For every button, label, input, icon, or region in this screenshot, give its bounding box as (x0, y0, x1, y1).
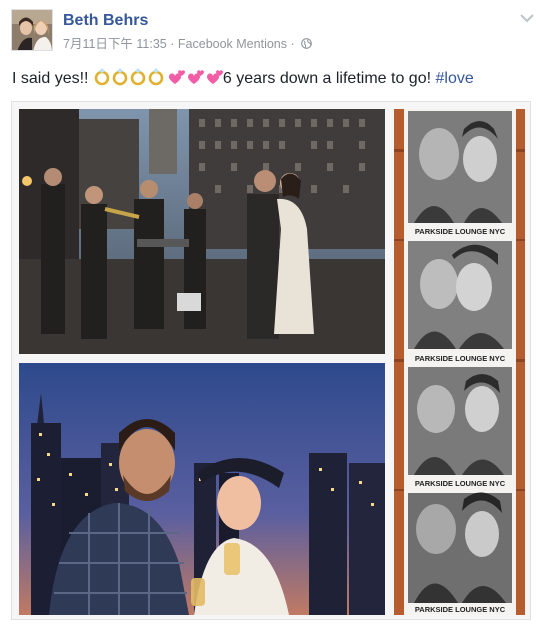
timestamp[interactable]: 7月11日下午 11:35 (63, 37, 167, 51)
hashtag-link[interactable]: #love (435, 70, 473, 87)
photo-rooftop-party[interactable] (19, 109, 385, 354)
post-text-start: I said yes!! (12, 70, 93, 87)
photo-collage[interactable]: PARKSIDE LOUNGE NYC PARKSIDE LOUNGE NYC … (11, 101, 531, 620)
globe-icon[interactable] (301, 38, 312, 49)
two-hearts-emoji (167, 68, 223, 86)
source-link[interactable]: Facebook Mentions (178, 37, 287, 51)
strip-caption: PARKSIDE LOUNGE NYC (415, 479, 506, 488)
chevron-down-icon[interactable] (518, 11, 536, 25)
avatar[interactable] (11, 9, 53, 51)
strip-caption: PARKSIDE LOUNGE NYC (415, 227, 506, 236)
photo-booth-strip[interactable]: PARKSIDE LOUNGE NYC PARKSIDE LOUNGE NYC … (394, 109, 525, 615)
ring-emoji (93, 68, 167, 86)
author-name[interactable]: Beth Behrs (63, 11, 148, 31)
strip-caption: PARKSIDE LOUNGE NYC (415, 354, 506, 363)
meta-separator: · (290, 37, 295, 51)
post-meta: 7月11日下午 11:35 · Facebook Mentions · (63, 36, 312, 52)
post-text-end: 6 years down a lifetime to go! (222, 70, 436, 87)
photo-couple-skyline[interactable] (19, 363, 385, 615)
strip-caption: PARKSIDE LOUNGE NYC (415, 605, 506, 614)
facebook-post: Beth Behrs 7月11日下午 11:35 · Facebook Ment… (0, 0, 541, 635)
meta-separator: · (170, 37, 175, 51)
post-text: I said yes!! 6 years down a lifetime to … (12, 68, 532, 90)
